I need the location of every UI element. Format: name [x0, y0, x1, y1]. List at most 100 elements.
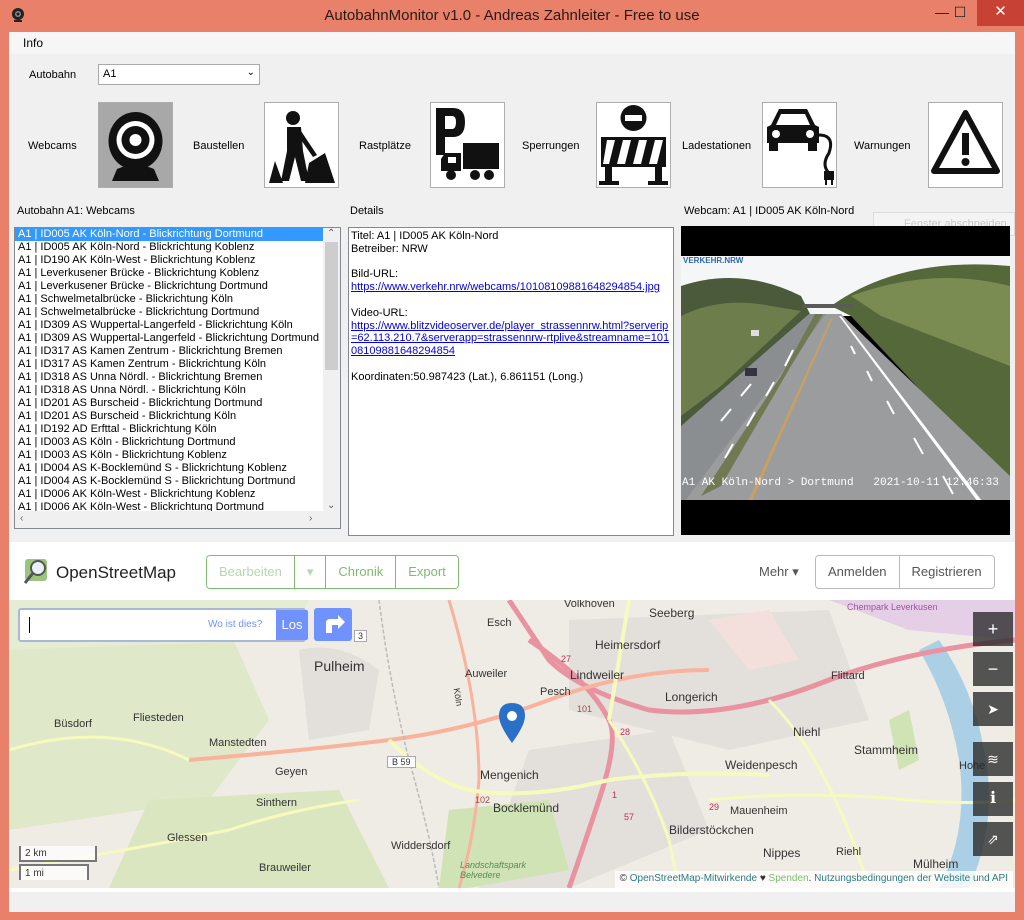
video-url-link[interactable]: https://www.blitzvideoserver.de/player_s…: [351, 320, 669, 358]
list-item[interactable]: A1 | ID318 AS Unna Nördl. - Blickrichtun…: [15, 371, 323, 384]
road-29: 29: [709, 802, 720, 812]
map-label-heimersdorf: Heimersdorf: [595, 638, 661, 652]
list-item[interactable]: A1 | ID317 AS Kamen Zentrum - Blickricht…: [15, 358, 323, 371]
scroll-left-icon[interactable]: ‹: [20, 513, 23, 524]
map-label-flittard: Flittard: [831, 670, 865, 682]
map-label-glessen: Glessen: [167, 832, 208, 844]
export-button[interactable]: Export: [396, 556, 458, 588]
warnungen-button[interactable]: [928, 102, 1003, 188]
locate-button[interactable]: ➤: [973, 692, 1013, 726]
search-input[interactable]: Wo ist dies? Los: [18, 608, 308, 642]
osm-brand[interactable]: OpenStreetMap: [56, 563, 176, 583]
category-label-sperrungen: Sperrungen: [522, 140, 580, 152]
list-item[interactable]: A1 | ID318 AS Unna Nördl. - Blickrichtun…: [15, 384, 323, 397]
maximize-button[interactable]: ☐: [945, 0, 975, 26]
list-item[interactable]: A1 | Leverkusener Brücke - Blickrichtung…: [15, 280, 323, 293]
webcams-button[interactable]: [98, 102, 173, 188]
webcam-list-items: A1 | ID005 AK Köln-Nord - Blickrichtung …: [15, 228, 340, 514]
list-item[interactable]: A1 | ID003 AS Köln - Blickrichtung Koble…: [15, 449, 323, 462]
road-101: 101: [577, 704, 593, 714]
list-item[interactable]: A1 | Schwelmetalbrücke - Blickrichtung K…: [15, 293, 323, 306]
title-bar: AutobahnMonitor v1.0 - Andreas Zahnleite…: [0, 0, 1024, 32]
edit-dropdown-button[interactable]: ▾: [294, 556, 327, 588]
webcam-icon: [108, 112, 163, 181]
map-label-fliesteden: Fliesteden: [133, 712, 184, 724]
details-operator: Betreiber: NRW: [351, 242, 428, 255]
charging-car-icon: [767, 109, 834, 185]
search-go-button[interactable]: Los: [276, 610, 308, 640]
directions-button[interactable]: [314, 608, 352, 641]
horizontal-scrollbar[interactable]: ‹ ›: [15, 511, 340, 528]
edit-button[interactable]: Bearbeiten: [207, 556, 295, 588]
camera-header: Webcam: A1 | ID005 AK Köln-Nord: [684, 205, 855, 217]
list-item[interactable]: A1 | ID201 AS Burscheid - Blickrichtung …: [15, 410, 323, 423]
vertical-scrollbar[interactable]: ⌃ ⌄: [323, 228, 340, 511]
list-item[interactable]: A1 | ID005 AK Köln-Nord - Blickrichtung …: [15, 228, 323, 241]
scroll-right-icon[interactable]: ›: [309, 513, 312, 524]
window-title: AutobahnMonitor v1.0 - Andreas Zahnleite…: [324, 7, 700, 24]
roadwork-icon: [269, 111, 335, 183]
autobahn-select-value: A1: [103, 68, 117, 80]
webcam-list[interactable]: A1 | ID005 AK Köln-Nord - Blickrichtung …: [14, 227, 341, 529]
list-item[interactable]: A1 | ID006 AK Köln-West - Blickrichtung …: [15, 488, 323, 501]
map-marker-icon[interactable]: [499, 703, 525, 743]
scroll-down-icon[interactable]: ⌄: [327, 500, 335, 511]
scroll-up-icon[interactable]: ⌃: [327, 228, 335, 239]
register-button[interactable]: Registrieren: [900, 556, 994, 588]
osm-logo-icon[interactable]: [23, 556, 51, 586]
chevron-down-icon: ⌄: [246, 67, 255, 78]
map-label-esch: Esch: [487, 617, 512, 629]
share-button[interactable]: ⇗: [973, 822, 1013, 856]
app-window: AutobahnMonitor v1.0 - Andreas Zahnleite…: [0, 0, 1024, 920]
list-item[interactable]: A1 | ID192 AD Erfttal - Blickrichtung Kö…: [15, 423, 323, 436]
list-item[interactable]: A1 | Leverkusener Brücke - Blickrichtung…: [15, 267, 323, 280]
list-item[interactable]: A1 | ID003 AS Köln - Blickrichtung Dortm…: [15, 436, 323, 449]
details-panel: Titel: A1 | ID005 AK Köln-Nord Betreiber…: [348, 227, 674, 536]
map-label-volkhoven: Volkhoven: [564, 600, 615, 610]
list-item[interactable]: A1 | ID004 AS K-Bocklemünd S - Blickrich…: [15, 462, 323, 475]
terms-link[interactable]: Nutzungsbedingungen der Website und API: [814, 873, 1008, 884]
map-label-weidenpesch: Weidenpesch: [725, 758, 798, 772]
zoom-out-button[interactable]: −: [973, 652, 1013, 686]
list-item[interactable]: A1 | ID190 AK Köln-West - Blickrichtung …: [15, 254, 323, 267]
list-item[interactable]: A1 | ID309 AS Wuppertal-Langerfeld - Bli…: [15, 332, 323, 345]
baustellen-button[interactable]: [264, 102, 339, 188]
map-attribution: © OpenStreetMap-Mitwirkende ♥ Spenden. N…: [614, 871, 1013, 888]
map-label-manstedten: Manstedten: [209, 737, 267, 749]
layers-button[interactable]: ≋: [973, 742, 1013, 776]
list-item[interactable]: A1 | ID004 AS K-Bocklemünd S - Blickrich…: [15, 475, 323, 488]
heart-icon: ♥: [759, 873, 766, 884]
login-button[interactable]: Anmelden: [816, 556, 900, 588]
category-label-baustellen: Baustellen: [193, 140, 245, 152]
list-item[interactable]: A1 | ID317 AS Kamen Zentrum - Blickricht…: [15, 345, 323, 358]
image-url-link[interactable]: https://www.verkehr.nrw/webcams/10108109…: [351, 281, 660, 293]
where-is-this-link[interactable]: Wo ist dies?: [208, 619, 262, 630]
map-label-niehl: Niehl: [793, 725, 821, 739]
history-button[interactable]: Chronik: [326, 556, 397, 588]
menu-info[interactable]: Info: [23, 36, 43, 50]
more-menu[interactable]: Mehr ▾: [759, 564, 799, 580]
map-label-lindweiler: Lindweiler: [570, 668, 625, 682]
menu-bar: Info: [9, 32, 1015, 54]
ladestationen-button[interactable]: [762, 102, 837, 188]
scroll-thumb[interactable]: [325, 242, 338, 370]
list-item[interactable]: A1 | Schwelmetalbrücke - Blickrichtung D…: [15, 306, 323, 319]
map-label-buesdorf: Büsdorf: [54, 718, 92, 730]
sperrungen-button[interactable]: [596, 102, 671, 188]
map-label-longerich: Longerich: [665, 690, 718, 704]
donate-link[interactable]: Spenden: [769, 873, 809, 884]
map-label-bilderstoeckchen: Bilderstöckchen: [669, 823, 754, 837]
attribution-contributors-link[interactable]: OpenStreetMap-Mitwirkende: [630, 873, 757, 884]
close-button[interactable]: ✕: [977, 0, 1024, 26]
map-canvas[interactable]: Volkhoven Seeberg Chempark Leverkusen Es…: [9, 600, 1015, 888]
info-button[interactable]: ℹ: [973, 782, 1013, 816]
list-item[interactable]: A1 | ID201 AS Burscheid - Blickrichtung …: [15, 397, 323, 410]
list-item[interactable]: A1 | ID309 AS Wuppertal-Langerfeld - Bli…: [15, 319, 323, 332]
rastplaetze-button[interactable]: [430, 102, 505, 188]
map-label-brauweiler: Brauweiler: [259, 862, 311, 874]
zoom-in-button[interactable]: +: [973, 612, 1013, 646]
details-coordinates: Koordinaten:50.987423 (Lat.), 6.861151 (…: [351, 370, 584, 383]
list-item[interactable]: A1 | ID005 AK Köln-Nord - Blickrichtung …: [15, 241, 323, 254]
autobahn-select[interactable]: A1 ⌄: [98, 64, 260, 85]
details-video-url-label: Video-URL:: [351, 306, 408, 319]
